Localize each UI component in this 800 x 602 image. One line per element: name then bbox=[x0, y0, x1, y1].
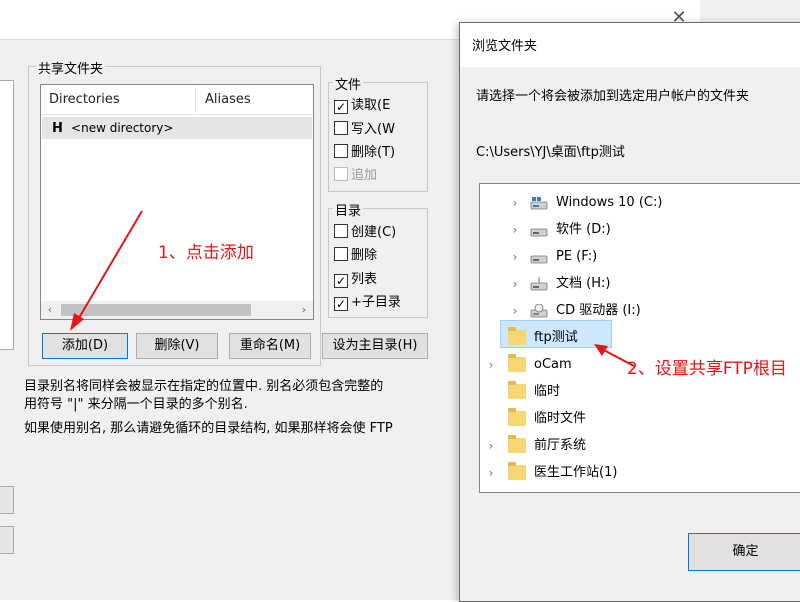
tree-item-label: 软件 (D:) bbox=[556, 222, 611, 237]
tree-item[interactable]: › 软件 (D:) bbox=[480, 217, 800, 243]
shared-folder-label: 共享文件夹 bbox=[36, 58, 106, 77]
directory-name: <new directory> bbox=[71, 121, 174, 135]
checkbox-label: +子目录 bbox=[351, 295, 401, 310]
description-line-3: 如果使用别名, 那么请避免循环的目录结构, 如果那样将会使 FTP bbox=[24, 421, 393, 436]
tree-item-label: oCam bbox=[534, 357, 572, 372]
checkbox-box[interactable] bbox=[334, 167, 348, 181]
folder-icon bbox=[508, 354, 526, 372]
drive-icon bbox=[530, 304, 548, 318]
description-line-2: 用符号 "|" 来分隔一个目录的多个别名. bbox=[24, 397, 248, 412]
tree-item[interactable]: › 文档 (H:) bbox=[480, 271, 800, 297]
folder-icon bbox=[508, 462, 526, 480]
chevron-right-icon[interactable]: › bbox=[508, 298, 522, 324]
tree-item-label: 临时文件 bbox=[534, 411, 587, 426]
set-home-button[interactable]: 设为主目录(H) bbox=[322, 333, 428, 359]
checkbox-label: 追加 bbox=[351, 168, 378, 183]
list-header: Directories Aliases bbox=[41, 85, 313, 115]
tree-item[interactable]: › PE (F:) bbox=[480, 244, 800, 270]
file-permission-checkbox: 追加 bbox=[334, 166, 377, 186]
folder-icon bbox=[508, 435, 526, 453]
file-permission-checkbox[interactable]: 写入(W bbox=[334, 120, 395, 140]
ok-button[interactable]: 确定 bbox=[688, 533, 800, 571]
scroll-left-icon[interactable]: ‹ bbox=[41, 301, 59, 319]
delete-button[interactable]: 删除(V) bbox=[136, 333, 218, 359]
dialog-title-bar: 浏览文件夹 bbox=[460, 23, 800, 67]
drive-icon bbox=[530, 255, 548, 264]
files-label: 文件 bbox=[333, 74, 364, 93]
drive-icon bbox=[530, 228, 548, 237]
chevron-right-icon[interactable]: › bbox=[484, 433, 498, 459]
rename-button[interactable]: 重命名(M) bbox=[229, 333, 311, 359]
tree-item[interactable]: › CD 驱动器 (I:) bbox=[480, 298, 800, 324]
tree-item[interactable]: 临时文件 bbox=[480, 406, 800, 432]
checkbox-label: 列表 bbox=[351, 272, 378, 287]
chevron-right-icon[interactable]: › bbox=[508, 217, 522, 243]
tree-item[interactable]: › 前厅系统 bbox=[480, 433, 800, 459]
tree-item-label: CD 驱动器 (I:) bbox=[556, 303, 641, 318]
chevron-right-icon[interactable]: › bbox=[484, 460, 498, 486]
dialog-title: 浏览文件夹 bbox=[472, 39, 538, 54]
tree-item[interactable]: › 医生工作站(1) bbox=[480, 460, 800, 486]
dirs-label: 目录 bbox=[333, 200, 364, 219]
chevron-right-icon[interactable]: › bbox=[484, 352, 498, 378]
description-line-1: 目录别名将同样会被显示在指定的位置中. 别名必须包含完整的 bbox=[24, 379, 384, 394]
checkbox-box[interactable] bbox=[334, 247, 348, 261]
left-button-2[interactable] bbox=[0, 526, 14, 554]
tree-item-label: 医生工作站(1) bbox=[534, 465, 618, 480]
annotation-arrow-2 bbox=[594, 344, 635, 367]
chevron-right-icon[interactable]: › bbox=[508, 271, 522, 297]
file-permission-checkbox[interactable]: 删除(T) bbox=[334, 143, 395, 163]
column-aliases[interactable]: Aliases bbox=[197, 85, 251, 115]
list-item[interactable]: H <new directory> bbox=[42, 117, 312, 139]
tree-item-label: Windows 10 (C:) bbox=[556, 195, 663, 210]
tree-item[interactable]: ftp测试 bbox=[480, 325, 800, 351]
add-button[interactable]: 添加(D) bbox=[42, 333, 128, 359]
checkbox-label: 写入(W bbox=[351, 122, 395, 137]
chevron-right-icon[interactable]: › bbox=[508, 244, 522, 270]
chevron-right-icon[interactable]: › bbox=[508, 190, 522, 216]
checkbox-box[interactable]: ✓ bbox=[334, 100, 348, 114]
tree-item[interactable]: › Windows 10 (C:) bbox=[480, 190, 800, 216]
tree-item-label: ftp测试 bbox=[534, 330, 578, 345]
home-dir-marker: H bbox=[52, 121, 63, 136]
dir-permission-checkbox[interactable]: 创建(C) bbox=[334, 223, 396, 243]
annotation-step-1: 1、点击添加 bbox=[158, 243, 254, 263]
tree-item-label: 文档 (H:) bbox=[556, 276, 611, 291]
dir-permission-checkbox[interactable]: 删除 bbox=[334, 246, 377, 266]
checkbox-box[interactable] bbox=[334, 144, 348, 158]
checkbox-label: 创建(C) bbox=[351, 225, 397, 240]
column-separator[interactable] bbox=[195, 87, 196, 113]
checkbox-box[interactable] bbox=[334, 224, 348, 238]
folder-icon bbox=[508, 327, 526, 345]
tree-item[interactable]: 临时 bbox=[480, 379, 800, 405]
selected-path: C:\Users\YJ\桌面\ftp测试 bbox=[476, 145, 625, 160]
left-button-1[interactable] bbox=[0, 486, 14, 514]
dialog-instruction: 请选择一个将会被添加到选定用户帐户的文件夹 bbox=[476, 89, 750, 104]
scroll-right-icon[interactable]: › bbox=[295, 301, 313, 319]
dir-permission-checkbox[interactable]: ✓ +子目录 bbox=[334, 293, 401, 313]
column-directories[interactable]: Directories bbox=[41, 85, 120, 115]
checkbox-box[interactable] bbox=[334, 121, 348, 135]
annotation-arrow-1 bbox=[70, 210, 143, 331]
tree-item-label: PE (F:) bbox=[556, 249, 598, 264]
tree-item-label: 前厅系统 bbox=[534, 438, 587, 453]
dir-permission-checkbox[interactable]: ✓ 列表 bbox=[334, 270, 377, 290]
file-permission-checkbox[interactable]: ✓ 读取(E bbox=[334, 96, 390, 116]
folder-icon bbox=[508, 408, 526, 426]
checkbox-label: 删除 bbox=[351, 248, 378, 263]
user-list-panel[interactable] bbox=[0, 80, 14, 350]
checkbox-label: 读取(E bbox=[351, 98, 391, 113]
checkbox-box[interactable]: ✓ bbox=[334, 297, 348, 311]
annotation-step-2: 2、设置共享FTP根目 bbox=[627, 359, 787, 379]
folder-icon bbox=[508, 381, 526, 399]
drive-icon bbox=[530, 277, 548, 291]
checkbox-label: 删除(T) bbox=[351, 145, 396, 160]
checkbox-box[interactable]: ✓ bbox=[334, 274, 348, 288]
tree-item-label: 临时 bbox=[534, 384, 561, 399]
browse-folder-dialog[interactable]: 浏览文件夹 请选择一个将会被添加到选定用户帐户的文件夹 C:\Users\YJ\… bbox=[459, 22, 800, 602]
drive-icon bbox=[530, 197, 548, 210]
